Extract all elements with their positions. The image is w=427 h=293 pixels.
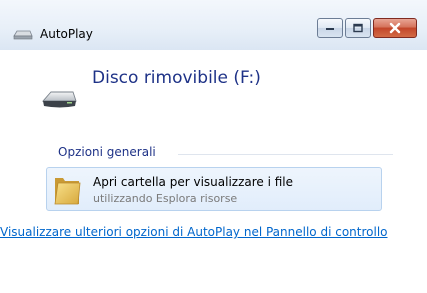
control-panel-link[interactable]: Visualizzare ulteriori opzioni di AutoPl… <box>0 223 420 241</box>
option-title: Apri cartella per visualizzare i file <box>93 175 294 189</box>
device-name: Disco rimovibile (F:) <box>92 68 261 88</box>
autoplay-window: AutoPlay Disco rimovibile (F:) Opzioni g… <box>0 0 427 293</box>
minimize-icon <box>326 28 334 30</box>
title-bar[interactable]: AutoPlay <box>0 0 427 50</box>
window-controls <box>317 18 417 40</box>
maximize-icon <box>353 23 363 33</box>
removable-drive-icon <box>41 91 77 108</box>
close-icon <box>389 22 401 34</box>
maximize-button[interactable] <box>345 18 371 38</box>
close-button[interactable] <box>373 18 417 38</box>
autoplay-drive-icon <box>13 30 33 40</box>
group-divider <box>178 154 393 155</box>
open-folder-option[interactable]: Apri cartella per visualizzare i file ut… <box>46 167 382 211</box>
option-subtitle: utilizzando Esplora risorse <box>93 192 238 205</box>
group-label: Opzioni generali <box>58 145 156 159</box>
window-title: AutoPlay <box>40 27 93 41</box>
minimize-button[interactable] <box>317 18 343 38</box>
folder-icon <box>54 178 81 205</box>
